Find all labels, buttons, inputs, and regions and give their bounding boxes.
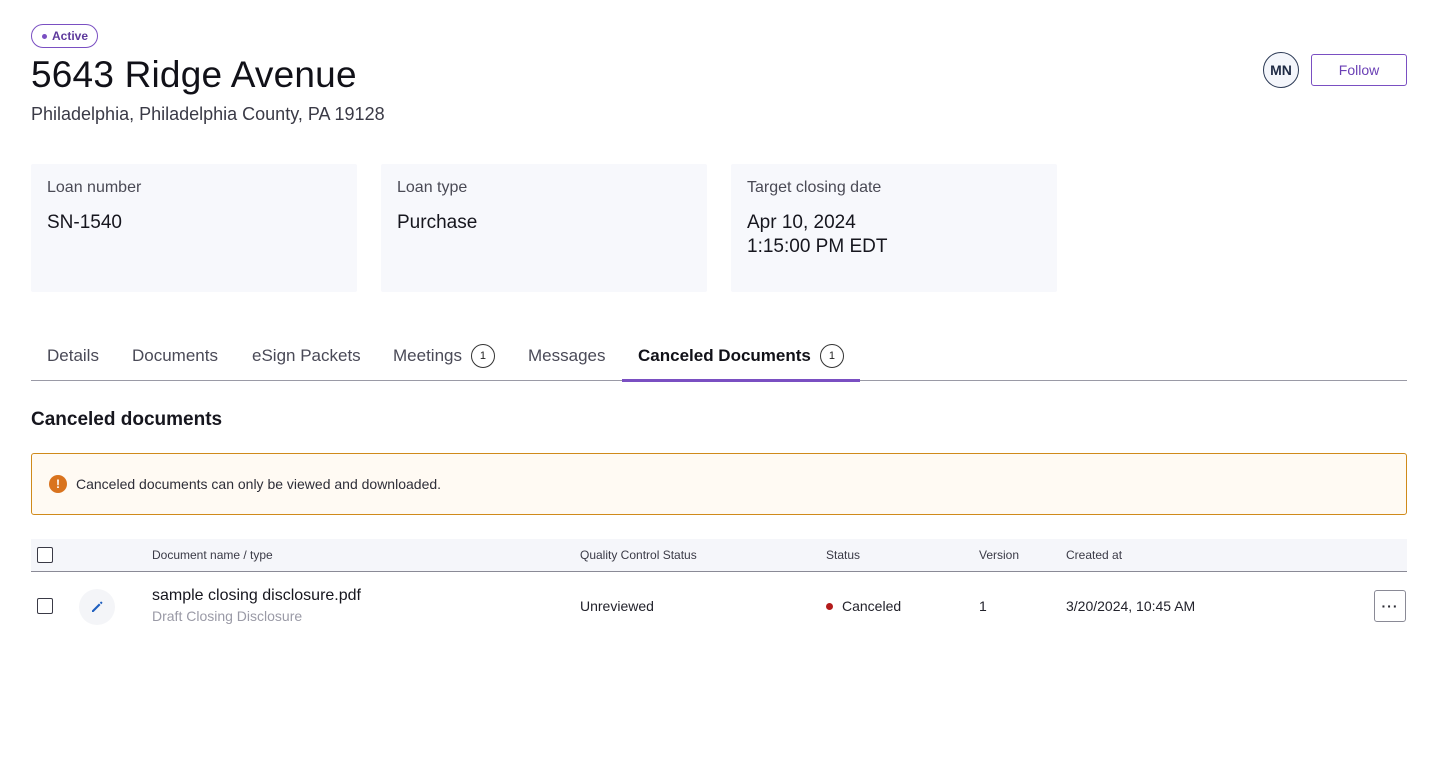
- tab-documents[interactable]: Documents: [132, 330, 218, 381]
- select-all-checkbox[interactable]: [37, 547, 53, 563]
- card-value: Purchase: [397, 212, 478, 233]
- qc-status: Unreviewed: [580, 598, 654, 614]
- status-badge-label: Active: [52, 29, 89, 43]
- more-horizontal-icon[interactable]: ···: [1374, 590, 1406, 622]
- table-header: Document name / type Quality Control Sta…: [31, 539, 1407, 572]
- tab-meetings[interactable]: Meetings 1: [393, 330, 495, 381]
- row-version: 1: [979, 598, 987, 614]
- page-subtitle: Philadelphia, Philadelphia County, PA 19…: [31, 104, 385, 124]
- tab-count-badge: 1: [819, 343, 844, 368]
- row-checkbox[interactable]: [37, 598, 53, 614]
- tab-label: Canceled Documents: [638, 345, 811, 365]
- card-value: SN-1540: [47, 212, 122, 233]
- card-label: Loan number: [47, 179, 142, 196]
- tab-label: Documents: [132, 345, 218, 365]
- row-created-at: 3/20/2024, 10:45 AM: [1066, 598, 1196, 614]
- card-label: Loan type: [397, 179, 468, 196]
- document-type: Draft Closing Disclosure: [152, 608, 303, 624]
- tab-esign-packets[interactable]: eSign Packets: [252, 330, 361, 381]
- alert-text: Canceled documents can only be viewed an…: [76, 476, 442, 492]
- page-title: 5643 Ridge Avenue: [31, 54, 357, 95]
- card-value-date: Apr 10, 2024: [747, 212, 856, 233]
- loan-number-card: Loan number SN-1540: [31, 164, 357, 292]
- card-label: Target closing date: [747, 179, 882, 196]
- column-header-qc[interactable]: Quality Control Status: [580, 548, 697, 562]
- row-status: Canceled: [826, 598, 901, 614]
- target-closing-date-card: Target closing date Apr 10, 2024 1:15:00…: [731, 164, 1057, 292]
- status-dot-icon: [42, 33, 47, 39]
- tab-label: Details: [47, 345, 99, 365]
- status-badge: Active: [31, 24, 99, 48]
- tab-label: Messages: [528, 345, 606, 365]
- avatar[interactable]: MN: [1263, 52, 1299, 88]
- loan-type-card: Loan type Purchase: [381, 164, 707, 292]
- info-alert: ! Canceled documents can only be viewed …: [31, 453, 1407, 515]
- column-header-status[interactable]: Status: [826, 548, 860, 562]
- tab-bar: Details Documents eSign Packets Meetings…: [31, 330, 1407, 382]
- tab-messages[interactable]: Messages: [528, 330, 605, 381]
- follow-button[interactable]: Follow: [1311, 54, 1407, 86]
- tab-details[interactable]: Details: [47, 330, 99, 381]
- card-value-time: 1:15:00 PM EDT: [747, 236, 888, 257]
- column-header-version[interactable]: Version: [979, 548, 1019, 562]
- tab-canceled-documents[interactable]: Canceled Documents 1: [622, 330, 860, 382]
- column-header-created[interactable]: Created at: [1066, 548, 1122, 562]
- canceled-status-dot-icon: [826, 602, 833, 610]
- table-row[interactable]: sample closing disclosure.pdf Draft Clos…: [31, 572, 1407, 640]
- tab-count-badge: 1: [470, 343, 495, 368]
- document-name[interactable]: sample closing disclosure.pdf: [152, 587, 361, 605]
- tab-label: Meetings: [393, 345, 462, 365]
- column-header-name[interactable]: Document name / type: [152, 548, 273, 562]
- exclamation-circle-icon: !: [49, 475, 67, 493]
- tab-label: eSign Packets: [252, 345, 361, 365]
- card-value: Apr 10, 2024 1:15:00 PM EDT: [747, 211, 1041, 259]
- pencil-icon[interactable]: [79, 589, 115, 625]
- section-title: Canceled documents: [31, 409, 223, 430]
- row-status-label: Canceled: [842, 598, 902, 614]
